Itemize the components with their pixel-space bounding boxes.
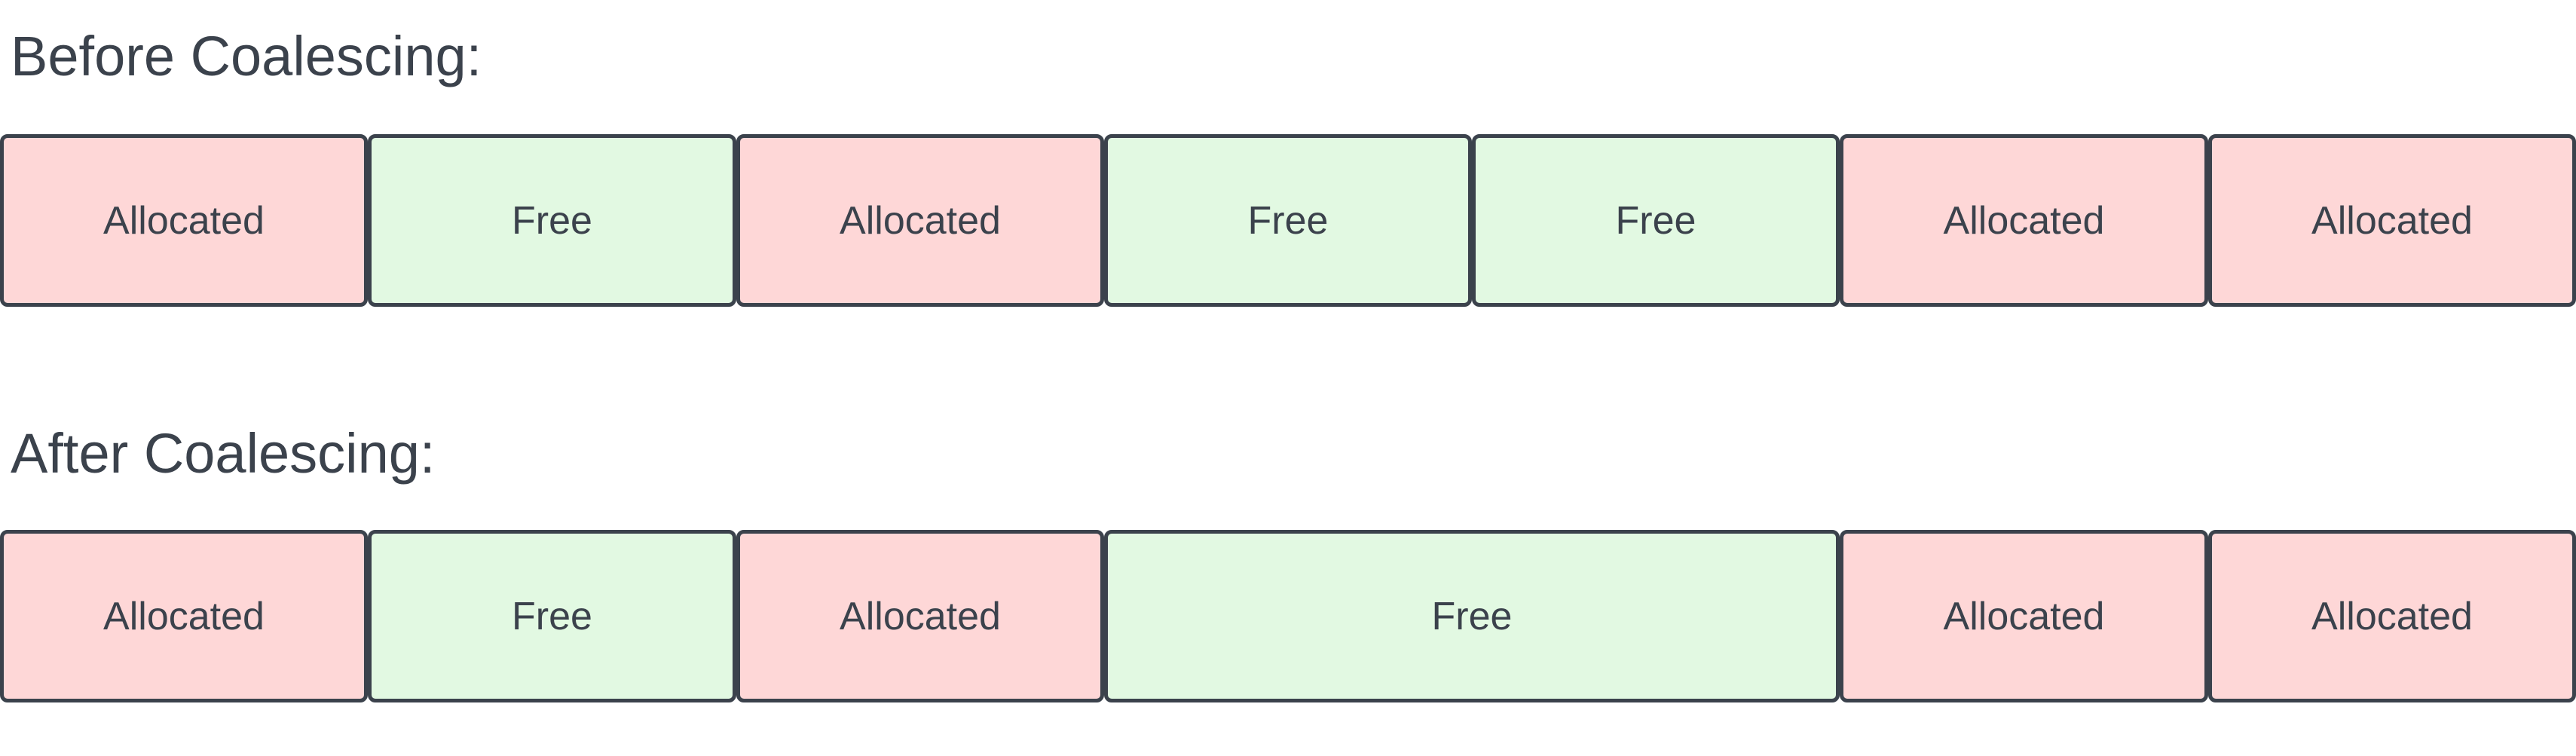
- block-label: Allocated: [103, 198, 265, 243]
- free-block: Free: [368, 134, 736, 307]
- block-label: Allocated: [2311, 198, 2473, 243]
- after-memory-row: Allocated Free Allocated Free Allocated Alloc…: [0, 530, 2576, 702]
- allocated-block: Allocated: [0, 134, 368, 307]
- block-label: Allocated: [1943, 198, 2105, 243]
- free-block: Free: [1104, 530, 1840, 702]
- block-label: Allocated: [1943, 594, 2105, 638]
- before-memory-row: Allocated Free Allocated Free Free Allocated A…: [0, 134, 2576, 307]
- block-label: Allocated: [2311, 594, 2473, 638]
- allocated-block: Allocated: [2208, 530, 2576, 702]
- free-block: Free: [1104, 134, 1472, 307]
- allocated-block: Allocated: [736, 134, 1104, 307]
- block-label: Free: [1247, 198, 1329, 243]
- after-coalescing-heading: After Coalescing:: [11, 422, 436, 485]
- allocated-block: Allocated: [2208, 134, 2576, 307]
- before-coalescing-heading: Before Coalescing:: [11, 25, 482, 87]
- allocated-block: Allocated: [736, 530, 1104, 702]
- allocated-block: Allocated: [1840, 134, 2208, 307]
- free-block: Free: [1472, 134, 1840, 307]
- free-block: Free: [368, 530, 736, 702]
- block-label: Free: [512, 594, 592, 638]
- allocated-block: Allocated: [0, 530, 368, 702]
- block-label: Free: [1615, 198, 1696, 243]
- allocated-block: Allocated: [1840, 530, 2208, 702]
- block-label: Free: [1431, 594, 1513, 638]
- block-label: Allocated: [840, 198, 1001, 243]
- block-label: Allocated: [840, 594, 1001, 638]
- block-label: Allocated: [103, 594, 265, 638]
- block-label: Free: [512, 198, 592, 243]
